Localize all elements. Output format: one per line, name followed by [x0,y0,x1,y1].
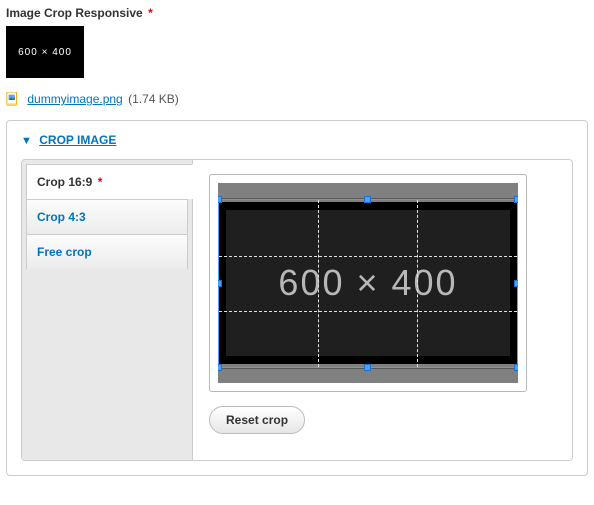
file-size: (1.74 KB) [128,92,179,106]
field-label: Image Crop Responsive * [6,6,588,20]
resize-handle-n[interactable] [364,196,371,203]
crop-section-title[interactable]: CROP IMAGE [39,133,116,147]
file-link[interactable]: dummyimage.png [27,92,122,106]
resize-handle-w[interactable] [218,280,222,287]
resize-handle-sw[interactable] [218,364,222,371]
crop-tabs: Crop 16:9 * Crop 4:3 Free crop [22,160,192,460]
crop-body: Crop 16:9 * Crop 4:3 Free crop 600 × 400 [21,159,573,461]
tab-crop-16-9[interactable]: Crop 16:9 * [26,164,193,199]
crop-image-widget: ▼ CROP IMAGE Crop 16:9 * Crop 4:3 Free c… [6,120,588,476]
disclosure-triangle-icon: ▼ [21,135,32,147]
required-marker-icon: * [98,175,103,189]
crop-selection[interactable] [218,199,518,368]
crop-preview-frame: 600 × 400 [209,174,527,392]
tabs-filler [26,269,188,456]
required-marker-icon: * [148,6,153,20]
resize-handle-se[interactable] [514,364,518,371]
tab-crop-4-3[interactable]: Crop 4:3 [26,199,188,234]
file-info: dummyimage.png (1.74 KB) [6,92,588,106]
tab-label: Crop 4:3 [37,210,86,224]
resize-handle-ne[interactable] [514,196,518,203]
image-file-icon [6,92,20,106]
tab-label: Crop 16:9 [37,175,92,189]
field-label-text: Image Crop Responsive [6,6,143,20]
image-thumbnail[interactable]: 600 × 400 [6,26,84,78]
crop-section-toggle[interactable]: ▼ CROP IMAGE [21,133,573,147]
crop-preview[interactable]: 600 × 400 [218,183,518,383]
resize-handle-s[interactable] [364,364,371,371]
resize-handle-e[interactable] [514,280,518,287]
crop-panel: 600 × 400 [192,160,572,460]
thumbnail-text: 600 × 400 [18,47,72,58]
reset-crop-button[interactable]: Reset crop [209,406,305,434]
tab-label: Free crop [37,245,92,259]
tab-free-crop[interactable]: Free crop [26,234,188,269]
resize-handle-nw[interactable] [218,196,222,203]
